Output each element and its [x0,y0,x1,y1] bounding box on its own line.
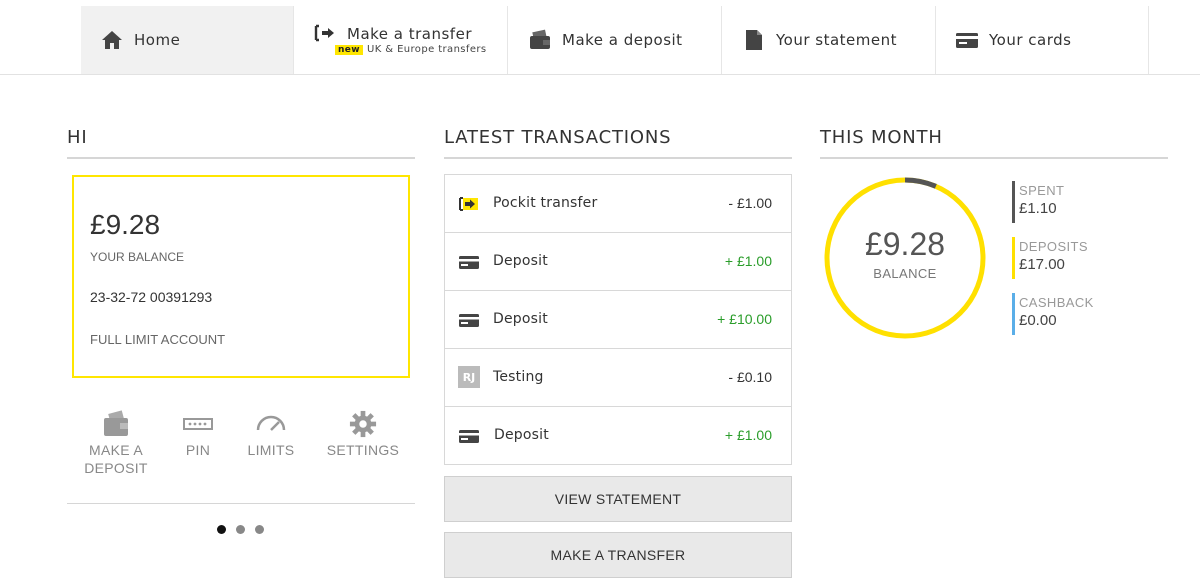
this-month-heading: THIS MONTH [820,127,943,148]
legend-spent-bar [1012,181,1015,223]
balance-card: £9.28 YOUR BALANCE 23-32-72 00391293 FUL… [72,175,410,378]
legend-spent-value: £1.10 [1019,200,1057,217]
divider [67,157,415,159]
new-badge: new [335,45,364,55]
transaction-name: Deposit [493,253,548,269]
balance-amount: £9.28 [90,209,161,240]
divider [820,157,1168,159]
legend-deposits: DEPOSITS £17.00 [1012,237,1172,279]
nav-make-transfer[interactable]: Make a transfer new UK & Europe transfers [294,6,508,74]
nav-your-cards[interactable]: Your cards [936,6,1149,74]
quick-action-label: PIN [185,442,211,458]
nav-deposit-label: Make a deposit [562,31,683,49]
transaction-name: Pockit transfer [493,195,598,211]
transaction-amount: - £1.00 [728,195,772,211]
view-statement-button[interactable]: VIEW STATEMENT [444,476,792,522]
card-icon [459,256,479,269]
month-balance-label: BALANCE [873,266,937,281]
quick-action-label: LIMITS [247,442,295,458]
month-balance-amount: £9.28 [864,226,946,262]
pin-pad-icon [183,418,213,430]
transaction-amount: - £0.10 [728,369,772,385]
legend-spent: SPENT £1.10 [1012,181,1172,223]
home-icon [102,31,122,49]
carousel-dot-1[interactable] [217,525,226,534]
nav-transfer-label: Make a transfer [347,25,472,43]
quick-action-make-deposit[interactable]: MAKE A DEPOSIT [78,410,154,476]
document-icon [746,30,762,50]
carousel-dot-3[interactable] [255,525,264,534]
nav-make-deposit[interactable]: Make a deposit [508,6,722,74]
nav-cards-label: Your cards [989,31,1072,49]
transaction-row[interactable]: Pockit transfer - £1.00 [445,175,791,233]
card-icon [459,430,479,443]
transaction-amount: + £1.00 [724,427,772,443]
transaction-row[interactable]: Deposit + £10.00 [445,291,791,349]
transaction-list: Pockit transfer - £1.00 Deposit + £1.00 … [444,174,792,465]
transaction-row[interactable]: Deposit + £1.00 [445,407,791,464]
nav-home[interactable]: Home [81,6,294,74]
card-icon [459,314,479,327]
transaction-row[interactable]: Deposit + £1.00 [445,233,791,291]
quick-action-label: DEPOSIT [84,460,148,476]
nav-home-label: Home [134,31,181,49]
quick-action-pin[interactable]: PIN [176,410,220,458]
legend-cashback-label: CASHBACK [1019,295,1094,310]
nav-statement-label: Your statement [776,31,898,49]
legend-deposits-bar [1012,237,1015,279]
top-navigation: Home Make a transfer new UK & Europe tran… [0,0,1200,75]
legend-spent-label: SPENT [1019,183,1065,198]
legend-deposits-label: DEPOSITS [1019,239,1088,254]
legend-cashback-bar [1012,293,1015,335]
legend-cashback: CASHBACK £0.00 [1012,293,1172,335]
gear-icon [349,410,377,438]
nav-your-statement[interactable]: Your statement [722,6,936,74]
quick-action-settings[interactable]: SETTINGS [325,410,401,458]
transaction-name: Testing [493,369,544,385]
legend-deposits-value: £17.00 [1019,256,1065,273]
nav-transfer-sublabel: UK & Europe transfers [367,44,487,55]
quick-action-label: MAKE A [89,442,143,458]
transaction-row[interactable]: RJ Testing - £0.10 [445,349,791,407]
wallet-icon [104,410,128,436]
gauge-icon [256,415,286,431]
balance-label: YOUR BALANCE [90,250,185,264]
divider [444,157,792,159]
transfer-icon [314,24,334,42]
account-heading: HI [67,127,88,148]
transaction-name: Deposit [493,311,548,327]
quick-action-limits[interactable]: LIMITS [244,410,298,458]
carousel-dot-2[interactable] [236,525,245,534]
legend-cashback-value: £0.00 [1019,312,1057,329]
quick-action-label: SETTINGS [326,442,400,458]
transfer-icon [459,197,478,211]
wallet-icon [530,29,550,49]
make-transfer-button[interactable]: MAKE A TRANSFER [444,532,792,578]
card-icon [956,33,978,48]
transactions-heading: LATEST TRANSACTIONS [444,127,672,148]
avatar: RJ [458,366,480,388]
divider [67,503,415,504]
transaction-amount: + £1.00 [724,253,772,269]
transaction-name: Deposit [494,427,549,443]
account-number: 23-32-72 00391293 [90,289,213,305]
transaction-amount: + £10.00 [717,311,772,327]
account-type: FULL LIMIT ACCOUNT [90,332,226,347]
